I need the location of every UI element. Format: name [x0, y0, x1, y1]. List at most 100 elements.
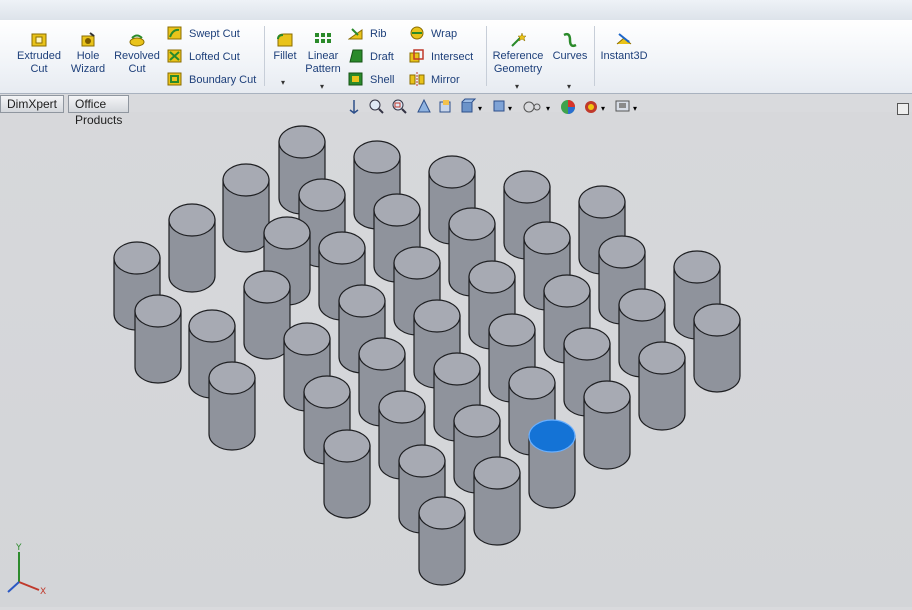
tab-dimxpert[interactable]: DimXpert [0, 95, 65, 113]
shell-button[interactable]: Shell [348, 71, 394, 89]
revolved-cut-button[interactable]: Revolved Cut [112, 28, 162, 76]
reference-geometry-dropdown-arrow[interactable]: ▾ [515, 82, 519, 91]
shell-label: Shell [370, 74, 395, 86]
view-orientation-icon[interactable] [439, 100, 451, 113]
instant3d-button[interactable]: Instant3D [598, 28, 650, 63]
cylinder-top-face[interactable] [563, 327, 611, 361]
edit-appearance-icon[interactable]: ▾ [523, 101, 550, 113]
cylinder-top-face[interactable] [578, 185, 626, 219]
cylinder-top-face[interactable] [508, 366, 556, 400]
boundary-cut-button[interactable]: Boundary Cut [167, 71, 256, 89]
zoom-area-icon[interactable] [392, 99, 407, 114]
hide-show-icon[interactable]: ▾ [493, 100, 512, 113]
cylinder-top-face[interactable] [618, 288, 666, 322]
cylinder-body[interactable] [473, 456, 521, 546]
cylinder-top-face[interactable] [353, 140, 401, 174]
cylinder-top-face[interactable] [263, 216, 311, 250]
cylinder-body[interactable] [323, 429, 371, 519]
cylinder-top-face[interactable] [428, 155, 476, 189]
cylinder-top-face[interactable] [398, 444, 446, 478]
cylinder-top-face[interactable] [488, 313, 536, 347]
monitor-settings-icon[interactable]: ▾ [615, 100, 637, 113]
hole-wizard-button[interactable]: Hole Wizard [68, 28, 108, 76]
cylinder-body[interactable] [528, 419, 576, 509]
wrap-label: Wrap [431, 28, 458, 40]
curves-label: Curves [552, 50, 588, 62]
extruded-cut-button[interactable]: Extruded Cut [14, 28, 64, 76]
cylinder-array-model[interactable] [0, 112, 912, 607]
curves-dropdown-arrow[interactable]: ▾ [567, 82, 571, 91]
cylinder-top-face[interactable] [373, 193, 421, 227]
wrap-button[interactable]: Wrap [409, 25, 457, 43]
previous-view-icon[interactable] [349, 100, 359, 114]
cylinder-top-face[interactable] [473, 456, 521, 490]
display-style-icon[interactable]: ▾ [461, 98, 482, 113]
cylinder-top-face[interactable] [283, 322, 331, 356]
cylinder-top-face[interactable] [598, 235, 646, 269]
selected-face[interactable] [528, 419, 576, 453]
cylinder-top-face[interactable] [303, 375, 351, 409]
cylinder-top-face[interactable] [318, 231, 366, 265]
cylinder-top-face[interactable] [243, 270, 291, 304]
cylinder-body[interactable] [208, 361, 256, 451]
triad-y-label: Y [15, 543, 22, 553]
cylinder-top-face[interactable] [418, 496, 466, 530]
cylinder-top-face[interactable] [503, 170, 551, 204]
cylinder-top-face[interactable] [453, 404, 501, 438]
cylinder-body[interactable] [243, 270, 291, 360]
svg-text:▾: ▾ [633, 104, 637, 113]
cylinder-top-face[interactable] [323, 429, 371, 463]
intersect-button[interactable]: Intersect [409, 48, 473, 66]
cylinder-body[interactable] [583, 380, 631, 470]
cylinder-top-face[interactable] [208, 361, 256, 395]
fillet-button[interactable]: Fillet [270, 28, 300, 63]
swept-cut-button[interactable]: Swept Cut [167, 25, 240, 43]
curves-button[interactable]: Curves [550, 28, 590, 63]
revolved-cut-icon [129, 34, 145, 47]
cylinder-top-face[interactable] [168, 203, 216, 237]
cylinder-top-face[interactable] [393, 246, 441, 280]
command-manager-ribbon: Extruded Cut Hole Wizard Revolved Cut Sw… [0, 20, 912, 94]
section-view-icon[interactable] [417, 98, 431, 113]
view-settings-icon[interactable]: ▾ [585, 101, 605, 113]
cylinder-body[interactable] [418, 496, 466, 586]
cylinder-top-face[interactable] [188, 309, 236, 343]
collapse-taskpane-button[interactable] [897, 103, 909, 115]
linear-pattern-dropdown-arrow[interactable]: ▾ [320, 82, 324, 91]
cylinder-top-face[interactable] [433, 352, 481, 386]
mirror-button[interactable]: Mirror [409, 71, 460, 89]
cylinder-top-face[interactable] [338, 284, 386, 318]
cylinder-top-face[interactable] [134, 294, 182, 328]
zoom-to-fit-icon[interactable] [369, 99, 384, 114]
cylinder-top-face[interactable] [378, 390, 426, 424]
cylinder-top-face[interactable] [222, 163, 270, 197]
draft-button[interactable]: Draft [348, 48, 394, 66]
hole-wizard-label-1: Hole [76, 50, 100, 62]
cylinder-top-face[interactable] [543, 274, 591, 308]
tab-office-products[interactable]: Office Products [68, 95, 130, 127]
cylinder-top-face[interactable] [298, 178, 346, 212]
reference-geometry-button[interactable]: Reference Geometry [490, 28, 546, 76]
cylinder-body[interactable] [693, 303, 741, 393]
cylinder-top-face[interactable] [583, 380, 631, 414]
cylinder-body[interactable] [168, 203, 216, 293]
cylinder-top-face[interactable] [278, 125, 326, 159]
apply-scene-icon[interactable] [561, 100, 575, 114]
lofted-cut-button[interactable]: Lofted Cut [167, 48, 240, 66]
cylinder-top-face[interactable] [413, 299, 461, 333]
graphics-area[interactable] [0, 112, 912, 607]
fillet-dropdown-arrow[interactable]: ▾ [281, 78, 285, 87]
rib-button[interactable]: Rib [348, 25, 387, 43]
cylinder-top-face[interactable] [468, 260, 516, 294]
cylinder-top-face[interactable] [693, 303, 741, 337]
cylinder-body[interactable] [134, 294, 182, 384]
cylinder-top-face[interactable] [673, 250, 721, 284]
linear-pattern-button[interactable]: Linear Pattern [303, 28, 343, 76]
cylinder-top-face[interactable] [113, 241, 161, 275]
cylinder-top-face[interactable] [523, 221, 571, 255]
cylinder-body[interactable] [638, 341, 686, 431]
cylinder-body[interactable] [222, 163, 270, 253]
cylinder-top-face[interactable] [448, 207, 496, 241]
cylinder-top-face[interactable] [358, 337, 406, 371]
cylinder-top-face[interactable] [638, 341, 686, 375]
